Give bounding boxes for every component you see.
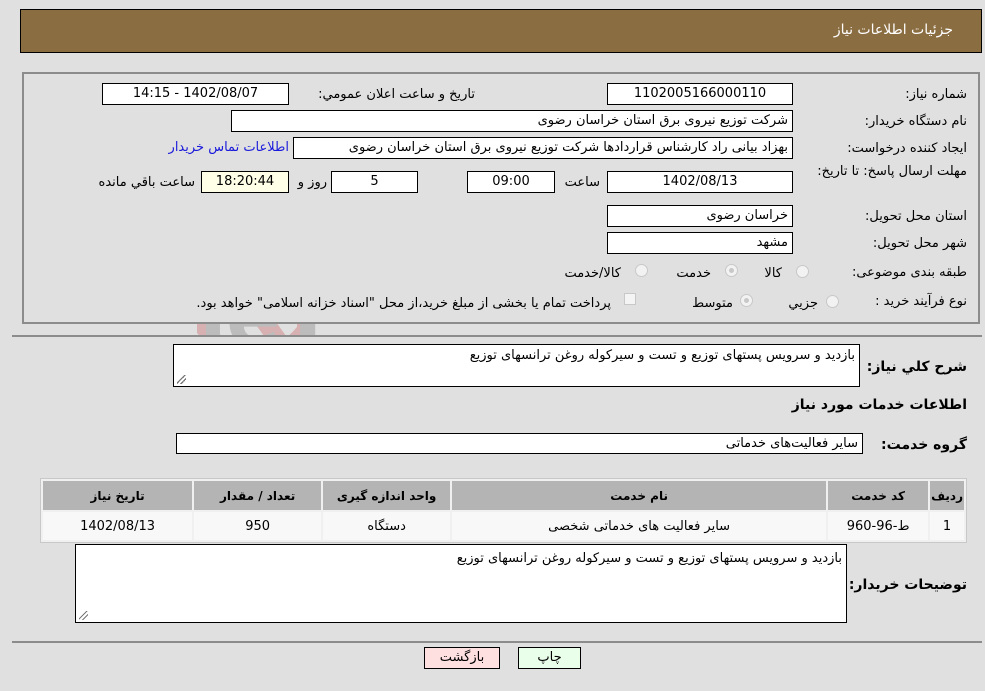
announce-datetime-label: تاریخ و ساعت اعلان عمومي: (318, 87, 475, 102)
services-table: رديف کد خدمت نام خدمت واحد اندازه گیری ت… (40, 478, 967, 543)
delivery-city-label: شهر محل تحويل: (872, 236, 967, 251)
category-option-goods-service: کالا/خدمت (564, 266, 621, 281)
cell-unit: دستگاه (323, 512, 451, 540)
page-header: جزئیات اطلاعات نیاز (20, 9, 982, 53)
service-group-label: گروه خدمت: (881, 437, 967, 453)
cell-service-code: ط-96-960 (828, 512, 929, 540)
buyer-org-label: نام دستگاه خريدار: (864, 114, 967, 129)
cell-quantity: 950 (194, 512, 322, 540)
general-desc-textarea[interactable]: بازدید و سرویس پستهای توزیع و تست و سیرک… (173, 344, 860, 387)
category-radio-service[interactable] (725, 264, 738, 277)
general-desc-text: بازدید و سرویس پستهای توزیع و تست و سیرک… (469, 348, 855, 363)
service-group-field[interactable]: سایر فعالیت‌های خدماتی (176, 433, 863, 454)
buyer-notes-textarea[interactable]: بازدید و سرویس پستهای توزیع و تست و سیرک… (75, 544, 847, 623)
remaining-time-label: ساعت باقي مانده (98, 175, 195, 190)
back-button[interactable]: بازگشت (424, 647, 500, 669)
col-quantity: تعداد / مقدار (194, 481, 322, 510)
resize-grip-icon[interactable] (79, 611, 88, 620)
deadline-time-label: ساعت (564, 175, 600, 190)
general-desc-label: شرح كلي نياز: (866, 359, 967, 375)
treasury-note: پرداخت تمام یا بخشی از مبلغ خرید،از محل … (196, 296, 611, 311)
print-button[interactable]: چاپ (518, 647, 581, 669)
page-title: جزئیات اطلاعات نیاز (833, 22, 953, 38)
category-radio-goods[interactable] (796, 265, 809, 278)
buyer-contact-link[interactable]: اطلاعات تماس خریدار (169, 140, 289, 155)
col-unit: واحد اندازه گیری (323, 481, 451, 510)
remaining-days-field: 5 (331, 171, 418, 193)
remaining-time-field: 18:20:44 (201, 171, 289, 193)
category-label: طبقه بندی موضوعی: (851, 265, 967, 280)
col-service-code: کد خدمت (828, 481, 929, 510)
deadline-time-field[interactable]: 09:00 (467, 171, 555, 193)
cell-need-date: 1402/08/13 (43, 512, 193, 540)
cell-service-name: سایر فعالیت های خدماتی شخصی (452, 512, 827, 540)
category-option-service: خدمت (676, 266, 711, 281)
col-row-number: رديف (930, 481, 964, 510)
announce-datetime-field[interactable]: 1402/08/07 - 14:15 (102, 83, 289, 105)
buyer-org-field[interactable]: شرکت توزیع نیروی برق استان خراسان رضوی (231, 110, 793, 132)
category-radio-goods-service[interactable] (635, 264, 648, 277)
treasury-checkbox[interactable] (624, 293, 636, 305)
requester-field[interactable]: بهزاد بیانی راد کارشناس قراردادها شرکت ت… (293, 137, 793, 159)
purchase-process-label: نوع فرآيند خريد : (875, 294, 967, 309)
process-radio-medium[interactable] (740, 294, 753, 307)
buyer-notes-text: بازدید و سرویس پستهای توزیع و تست و سیرک… (456, 551, 842, 566)
delivery-city-field[interactable]: مشهد (607, 232, 793, 254)
category-option-goods: کالا (764, 266, 782, 281)
delivery-province-field[interactable]: خراسان رضوی (607, 205, 793, 227)
need-number-label: شماره نیاز: (905, 87, 967, 102)
table-row: 1 ط-96-960 سایر فعالیت های خدماتی شخصی د… (43, 512, 964, 540)
cell-row-number: 1 (930, 512, 964, 540)
need-number-field[interactable]: 1102005166000110 (607, 83, 793, 105)
days-label: روز و (297, 175, 327, 190)
deadline-label: مهلت ارسال پاسخ: تا تاريخ: (817, 164, 967, 179)
table-header-row: رديف کد خدمت نام خدمت واحد اندازه گیری ت… (43, 481, 964, 510)
deadline-date-field[interactable]: 1402/08/13 (607, 171, 793, 193)
col-need-date: تاریخ نیاز (43, 481, 193, 510)
buyer-notes-label: توضيحات خريدار: (848, 577, 967, 593)
services-section-title: اطلاعات خدمات مورد نياز (791, 397, 967, 413)
process-radio-minor[interactable] (826, 295, 839, 308)
process-option-minor: جزيي (788, 296, 818, 311)
col-service-name: نام خدمت (452, 481, 827, 510)
requester-label: ايجاد کننده درخواست: (847, 141, 967, 156)
resize-grip-icon[interactable] (177, 375, 186, 384)
delivery-province-label: استان محل تحويل: (865, 209, 967, 224)
process-option-medium: متوسط (692, 296, 733, 311)
